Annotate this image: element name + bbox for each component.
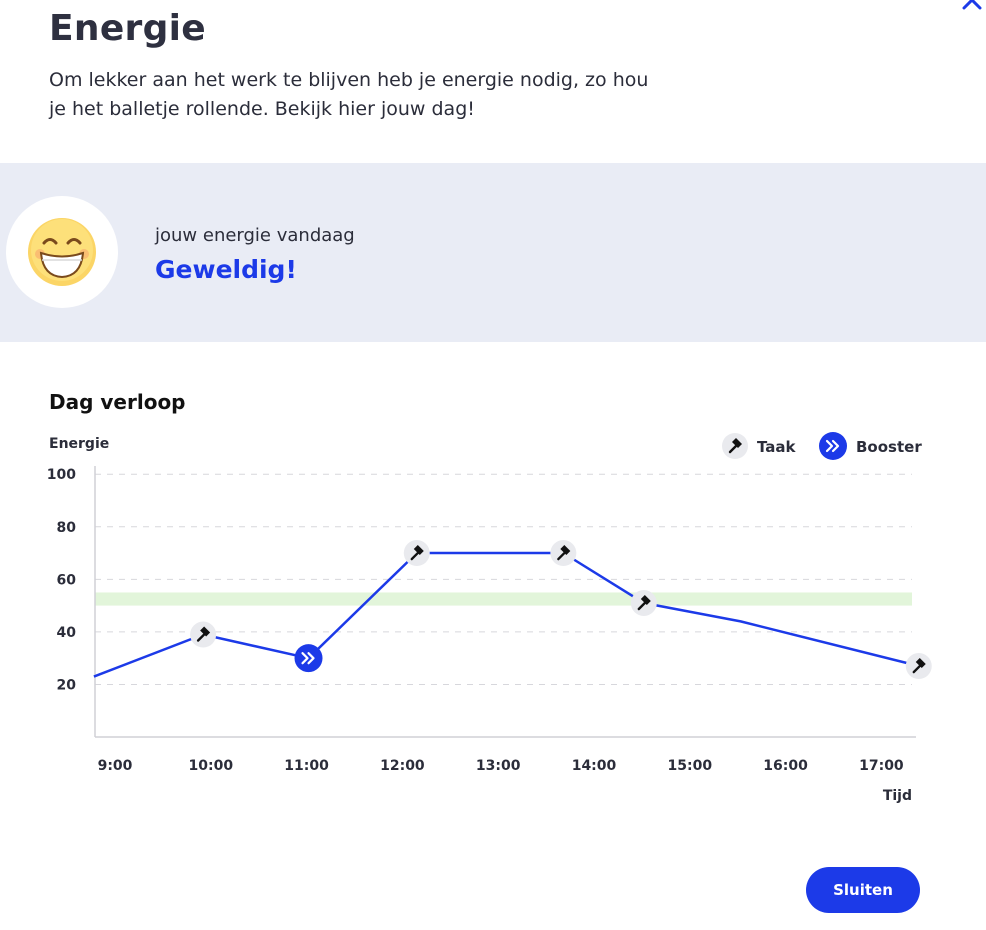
y-tick-label: 80 (57, 520, 77, 536)
energy-line (93, 551, 920, 678)
x-tick-label: 14:00 (572, 758, 617, 774)
page-title: Energie (49, 8, 207, 49)
x-axis-title: Tijd (883, 788, 912, 804)
intro-text: Om lekker aan het werk te blijven heb je… (49, 69, 649, 120)
close-icon[interactable] (958, 0, 986, 14)
day-progress-chart: 20 40 60 80 100 9:00 10:00 11:00 12:00 13:00 14:00… (47, 432, 932, 804)
grinning-face-icon (28, 218, 96, 286)
x-tick-label: 12:00 (380, 758, 425, 774)
y-tick-label: 100 (47, 467, 76, 483)
x-tick-label: 15:00 (668, 758, 713, 774)
y-tick-label: 60 (57, 572, 77, 588)
task-marker (190, 621, 217, 648)
x-tick-label: 13:00 (476, 758, 521, 774)
legend-item-booster: Booster (819, 432, 922, 460)
task-marker (905, 653, 932, 680)
close-button[interactable]: Sluiten (806, 867, 920, 913)
energy-summary: jouw energie vandaag Geweldig! (0, 163, 986, 342)
energy-value: Geweldig! (155, 255, 297, 284)
x-tick-label: 10:00 (189, 758, 234, 774)
legend-label: Booster (856, 438, 922, 456)
x-tick-label: 9:00 (98, 758, 133, 774)
x-tick-label: 16:00 (763, 758, 808, 774)
mood-avatar (6, 196, 118, 308)
y-tick-label: 40 (57, 625, 77, 641)
y-tick-label: 20 (57, 677, 77, 693)
x-tick-label: 17:00 (859, 758, 904, 774)
x-tick-label: 11:00 (284, 758, 329, 774)
task-marker (403, 540, 430, 567)
target-band (95, 592, 912, 606)
legend-item-taak: Taak (722, 433, 797, 459)
energy-label: jouw energie vandaag (155, 225, 355, 246)
task-marker (550, 540, 577, 567)
chart-title: Dag verloop (49, 390, 186, 414)
y-axis-title: Energie (49, 436, 109, 452)
booster-marker (294, 644, 323, 673)
legend-label: Taak (757, 438, 797, 456)
task-marker (630, 589, 657, 616)
